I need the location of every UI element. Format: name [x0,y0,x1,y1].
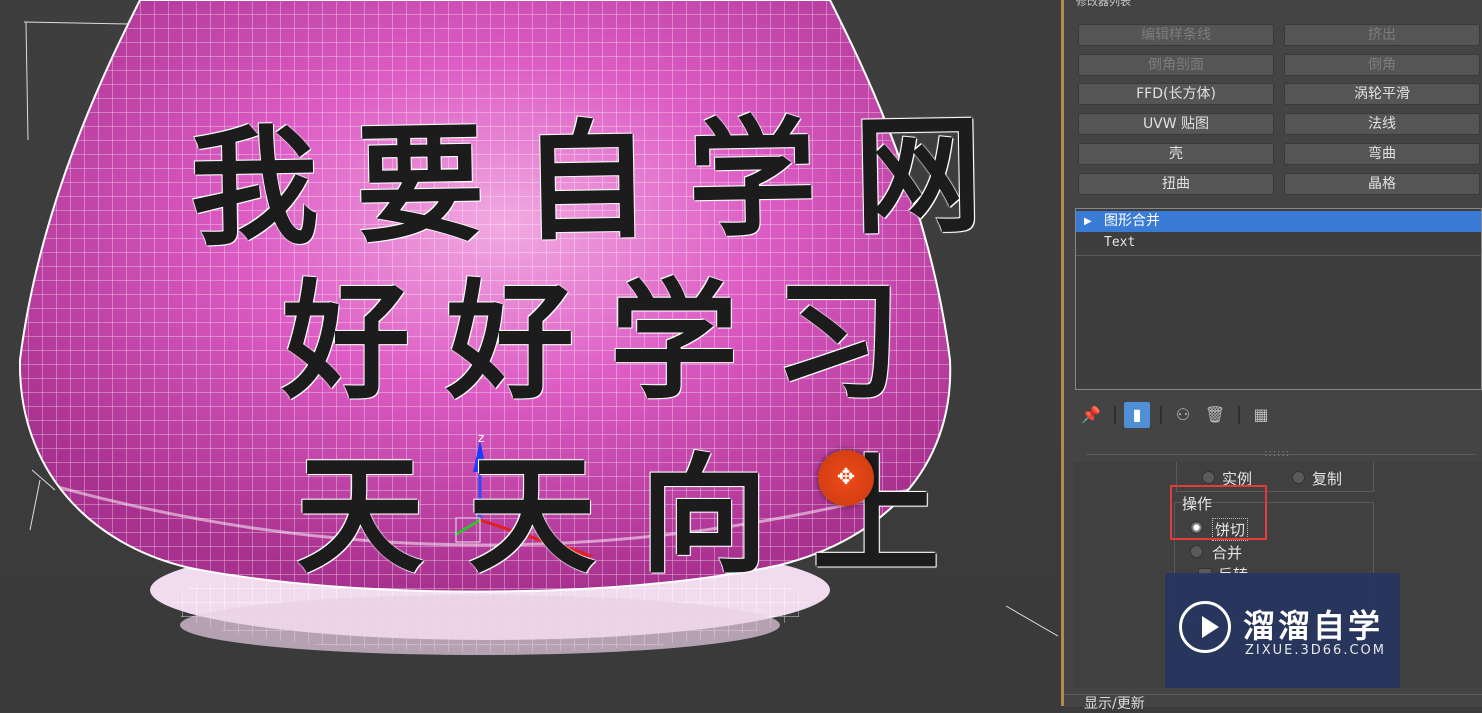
ffd-box-button[interactable]: FFD(长方体) [1078,83,1274,105]
display-update-rollout-header[interactable]: 显示/更新 [1064,694,1482,712]
lattice-button[interactable]: 晶格 [1284,173,1480,195]
perspective-viewport[interactable]: z 我要自学网 好好学习 天天向上 ✥ [0,0,1061,706]
pin-stack-icon[interactable]: 📌 [1078,402,1104,428]
play-logo-icon [1179,601,1231,653]
merge-label: 合并 [1212,544,1243,562]
stack-item-shapemerge[interactable]: ▶ 图形合并 [1076,211,1481,232]
watermark-url: ZIXUE.3D66.COM [1245,643,1386,658]
move-cursor-icon: ✥ [836,465,856,490]
copy-radio[interactable] [1292,471,1305,484]
stack-item-text[interactable]: Text [1104,235,1135,250]
normal-button[interactable]: 法线 [1284,113,1480,135]
make-unique-icon[interactable]: ⚇ [1170,402,1196,428]
uvw-map-button[interactable]: UVW 贴图 [1078,113,1274,135]
remove-modifier-icon[interactable]: 🗑 [1202,402,1228,428]
copy-label: 复制 [1312,470,1343,488]
configure-modifier-sets-icon[interactable]: ▦ [1248,402,1274,428]
edit-spline-button[interactable]: 编辑样条线 [1078,24,1274,46]
annotation-highlight-box [1170,485,1267,540]
carved-text-line-3: 天天向上 [296,442,985,591]
expand-triangle-icon[interactable]: ▶ [1084,211,1092,232]
extrude-button[interactable]: 挤出 [1284,24,1480,46]
watermark-title: 溜溜自学 [1243,607,1384,645]
shell-button[interactable]: 壳 [1078,143,1274,165]
watermark: 溜溜自学 ZIXUE.3D66.COM [1165,573,1400,688]
bevel-profile-button[interactable]: 倒角剖面 [1078,54,1274,76]
carved-text-line-2: 好好学习 [282,268,939,417]
merge-radio[interactable] [1190,545,1203,558]
show-end-result-icon[interactable]: ▮ [1124,402,1150,428]
stack-toolbar: 📌 ▮ ⚇ 🗑 ▦ [1078,400,1478,432]
display-update-label: 显示/更新 [1084,696,1145,712]
bevel-button[interactable]: 倒角 [1284,54,1480,76]
instance-radio[interactable] [1202,471,1215,484]
turbosmooth-button[interactable]: 涡轮平滑 [1284,83,1480,105]
stack-item-label: 图形合并 [1104,213,1160,229]
modifier-stack[interactable]: ▶ 图形合并 Text [1075,208,1482,390]
bend-button[interactable]: 弯曲 [1284,143,1480,165]
stack-divider [1076,255,1481,256]
play-triangle-icon [1202,616,1219,638]
modifier-list-title: 修改器列表 [1076,0,1131,8]
twist-button[interactable]: 扭曲 [1078,173,1274,195]
grip-dots[interactable]: :::::: [1264,448,1290,459]
